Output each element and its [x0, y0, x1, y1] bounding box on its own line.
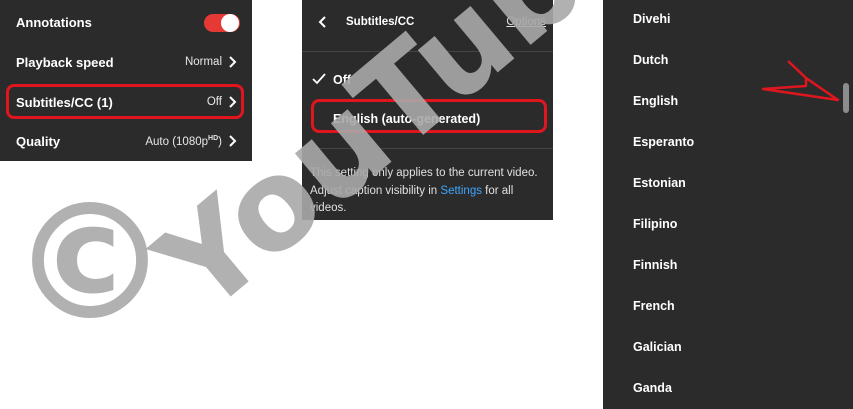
language-list-panel: Divehi Dutch English Esperanto Estonian …: [603, 0, 853, 409]
subtitles-highlight-box: [6, 84, 244, 119]
language-item[interactable]: Ganda: [633, 381, 672, 395]
divider: [302, 51, 553, 52]
back-arrow-icon[interactable]: [316, 15, 330, 29]
language-item[interactable]: Filipino: [633, 217, 677, 231]
language-item[interactable]: Estonian: [633, 176, 686, 190]
quality-row[interactable]: Quality Auto (1080pHD): [0, 121, 252, 161]
checkmark-icon: [312, 73, 326, 85]
annotations-toggle[interactable]: [204, 14, 240, 32]
playback-speed-value: Normal: [184, 56, 222, 68]
watermark-copyright: ©: [10, 169, 170, 356]
settings-link[interactable]: Settings: [440, 185, 482, 197]
language-item[interactable]: Galician: [633, 340, 682, 354]
language-item[interactable]: English: [633, 94, 678, 108]
settings-menu-panel: Annotations Playback speed Normal Subtit…: [0, 0, 252, 161]
quality-value: Auto (1080pHD): [145, 134, 222, 148]
annotations-row[interactable]: Annotations: [0, 2, 252, 42]
language-item[interactable]: French: [633, 299, 675, 313]
caption-note: This setting only applies to the current…: [310, 165, 548, 218]
scrollbar-thumb[interactable]: [843, 83, 849, 113]
divider: [302, 148, 553, 149]
language-item[interactable]: Finnish: [633, 258, 677, 272]
red-arrow-annotation-icon: [761, 60, 840, 102]
toggle-knob: [221, 14, 239, 32]
subtitles-submenu-panel: Subtitles/CC Options Off English (auto-g…: [302, 0, 553, 220]
subtitle-option-off[interactable]: Off: [333, 73, 351, 87]
chevron-right-icon: [229, 135, 237, 147]
language-item[interactable]: Dutch: [633, 53, 668, 67]
hd-badge: HD: [208, 134, 219, 142]
english-highlight-box: [311, 99, 547, 133]
language-item[interactable]: Esperanto: [633, 135, 694, 149]
submenu-title: Subtitles/CC: [346, 16, 415, 28]
playback-speed-row[interactable]: Playback speed Normal: [0, 42, 252, 82]
options-link[interactable]: Options: [506, 16, 546, 28]
annotations-label: Annotations: [16, 14, 92, 30]
chevron-right-icon: [229, 56, 237, 68]
playback-speed-label: Playback speed: [16, 54, 114, 70]
quality-label: Quality: [16, 133, 61, 149]
language-item[interactable]: Divehi: [633, 12, 671, 26]
